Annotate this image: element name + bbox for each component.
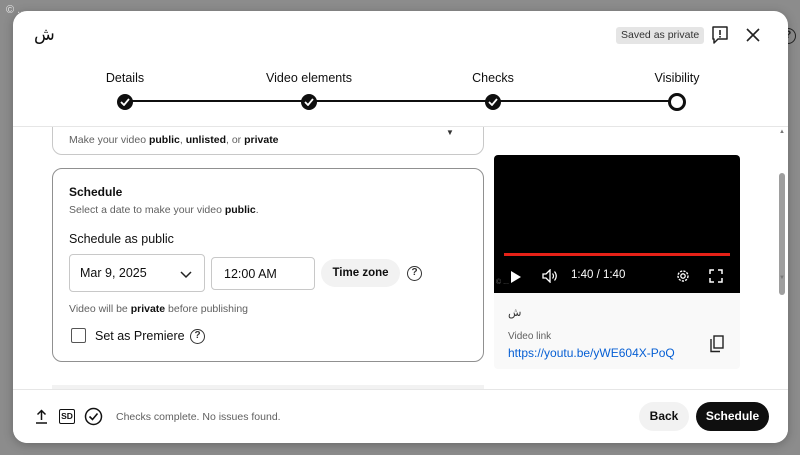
- visibility-description: Make your video public, unlisted, or pri…: [69, 134, 279, 146]
- dialog-header: ش Saved as private: [13, 11, 788, 59]
- video-watermark: © ...: [496, 279, 509, 286]
- gear-icon[interactable]: [675, 268, 691, 289]
- time-picker[interactable]: 12:00 AM: [211, 257, 315, 290]
- dialog-footer: SD Checks complete. No issues found. Bac…: [13, 389, 788, 443]
- schedule-button[interactable]: Schedule: [696, 402, 769, 431]
- schedule-title: Schedule: [69, 185, 123, 199]
- fullscreen-icon[interactable]: [709, 269, 723, 288]
- step-label: Details: [105, 71, 145, 85]
- sd-badge-icon: SD: [59, 409, 75, 424]
- chevron-down-icon[interactable]: ▼: [446, 128, 454, 137]
- step-details[interactable]: Details: [65, 71, 185, 110]
- upload-icon: [35, 409, 48, 429]
- video-player[interactable]: © ... 1:40 / 1:40: [494, 155, 740, 293]
- video-link-label: Video link: [508, 331, 552, 342]
- close-icon[interactable]: [744, 26, 762, 44]
- scroll-up-arrow-icon[interactable]: ▲: [779, 129, 785, 135]
- play-icon[interactable]: [510, 270, 522, 289]
- date-picker[interactable]: Mar 9, 2025: [69, 254, 205, 292]
- video-time: 1:40 / 1:40: [571, 269, 626, 281]
- saved-status-badge: Saved as private: [616, 27, 705, 44]
- time-value: 12:00 AM: [224, 267, 277, 281]
- video-title: ش: [508, 306, 522, 319]
- date-value: Mar 9, 2025: [80, 266, 147, 280]
- chevron-down-icon: [180, 268, 192, 282]
- step-video-elements[interactable]: Video elements: [249, 71, 369, 110]
- step-done-check-icon: [301, 94, 317, 110]
- help-icon[interactable]: ?: [190, 329, 205, 344]
- schedule-card: Schedule Select a date to make your vide…: [52, 168, 484, 362]
- upload-stepper: Details Video elements Checks Visibility: [13, 59, 788, 127]
- checks-status-text: Checks complete. No issues found.: [116, 411, 281, 423]
- step-done-check-icon: [117, 94, 133, 110]
- help-icon[interactable]: ?: [407, 266, 422, 281]
- save-or-publish-card[interactable]: Make your video public, unlisted, or pri…: [52, 127, 484, 155]
- step-label: Checks: [472, 71, 514, 85]
- upload-dialog: ش Saved as private Details Video element…: [13, 11, 788, 443]
- check-circle-icon: [84, 407, 103, 431]
- step-visibility[interactable]: Visibility: [617, 71, 737, 111]
- premiere-label[interactable]: Set as Premiere: [95, 329, 185, 343]
- schedule-as-public-label: Schedule as public: [69, 232, 174, 246]
- time-zone-button[interactable]: Time zone: [321, 259, 400, 287]
- schedule-description: Select a date to make your video public.: [69, 204, 259, 216]
- visibility-content: Make your video public, unlisted, or pri…: [13, 127, 788, 389]
- feedback-icon[interactable]: [710, 25, 730, 45]
- private-before-publishing-note: Video will be private before publishing: [69, 303, 249, 315]
- dialog-title: ش: [34, 25, 55, 45]
- step-done-check-icon: [485, 94, 501, 110]
- back-button[interactable]: Back: [639, 402, 689, 431]
- scroll-down-arrow-icon[interactable]: ▼: [779, 275, 785, 281]
- step-label: Video elements: [266, 71, 352, 85]
- video-link[interactable]: https://youtu.be/yWE604X-PoQ: [508, 346, 675, 360]
- step-checks[interactable]: Checks: [433, 71, 553, 110]
- stepper-line: [125, 100, 677, 102]
- copy-icon[interactable]: [710, 335, 724, 358]
- volume-icon[interactable]: [542, 268, 558, 288]
- video-progress-bar[interactable]: [504, 253, 730, 256]
- premiere-checkbox[interactable]: [71, 328, 86, 343]
- step-current-icon: [668, 93, 686, 111]
- step-label: Visibility: [654, 71, 700, 85]
- video-preview-panel: © ... 1:40 / 1:40 ش Video link https://y…: [494, 155, 740, 369]
